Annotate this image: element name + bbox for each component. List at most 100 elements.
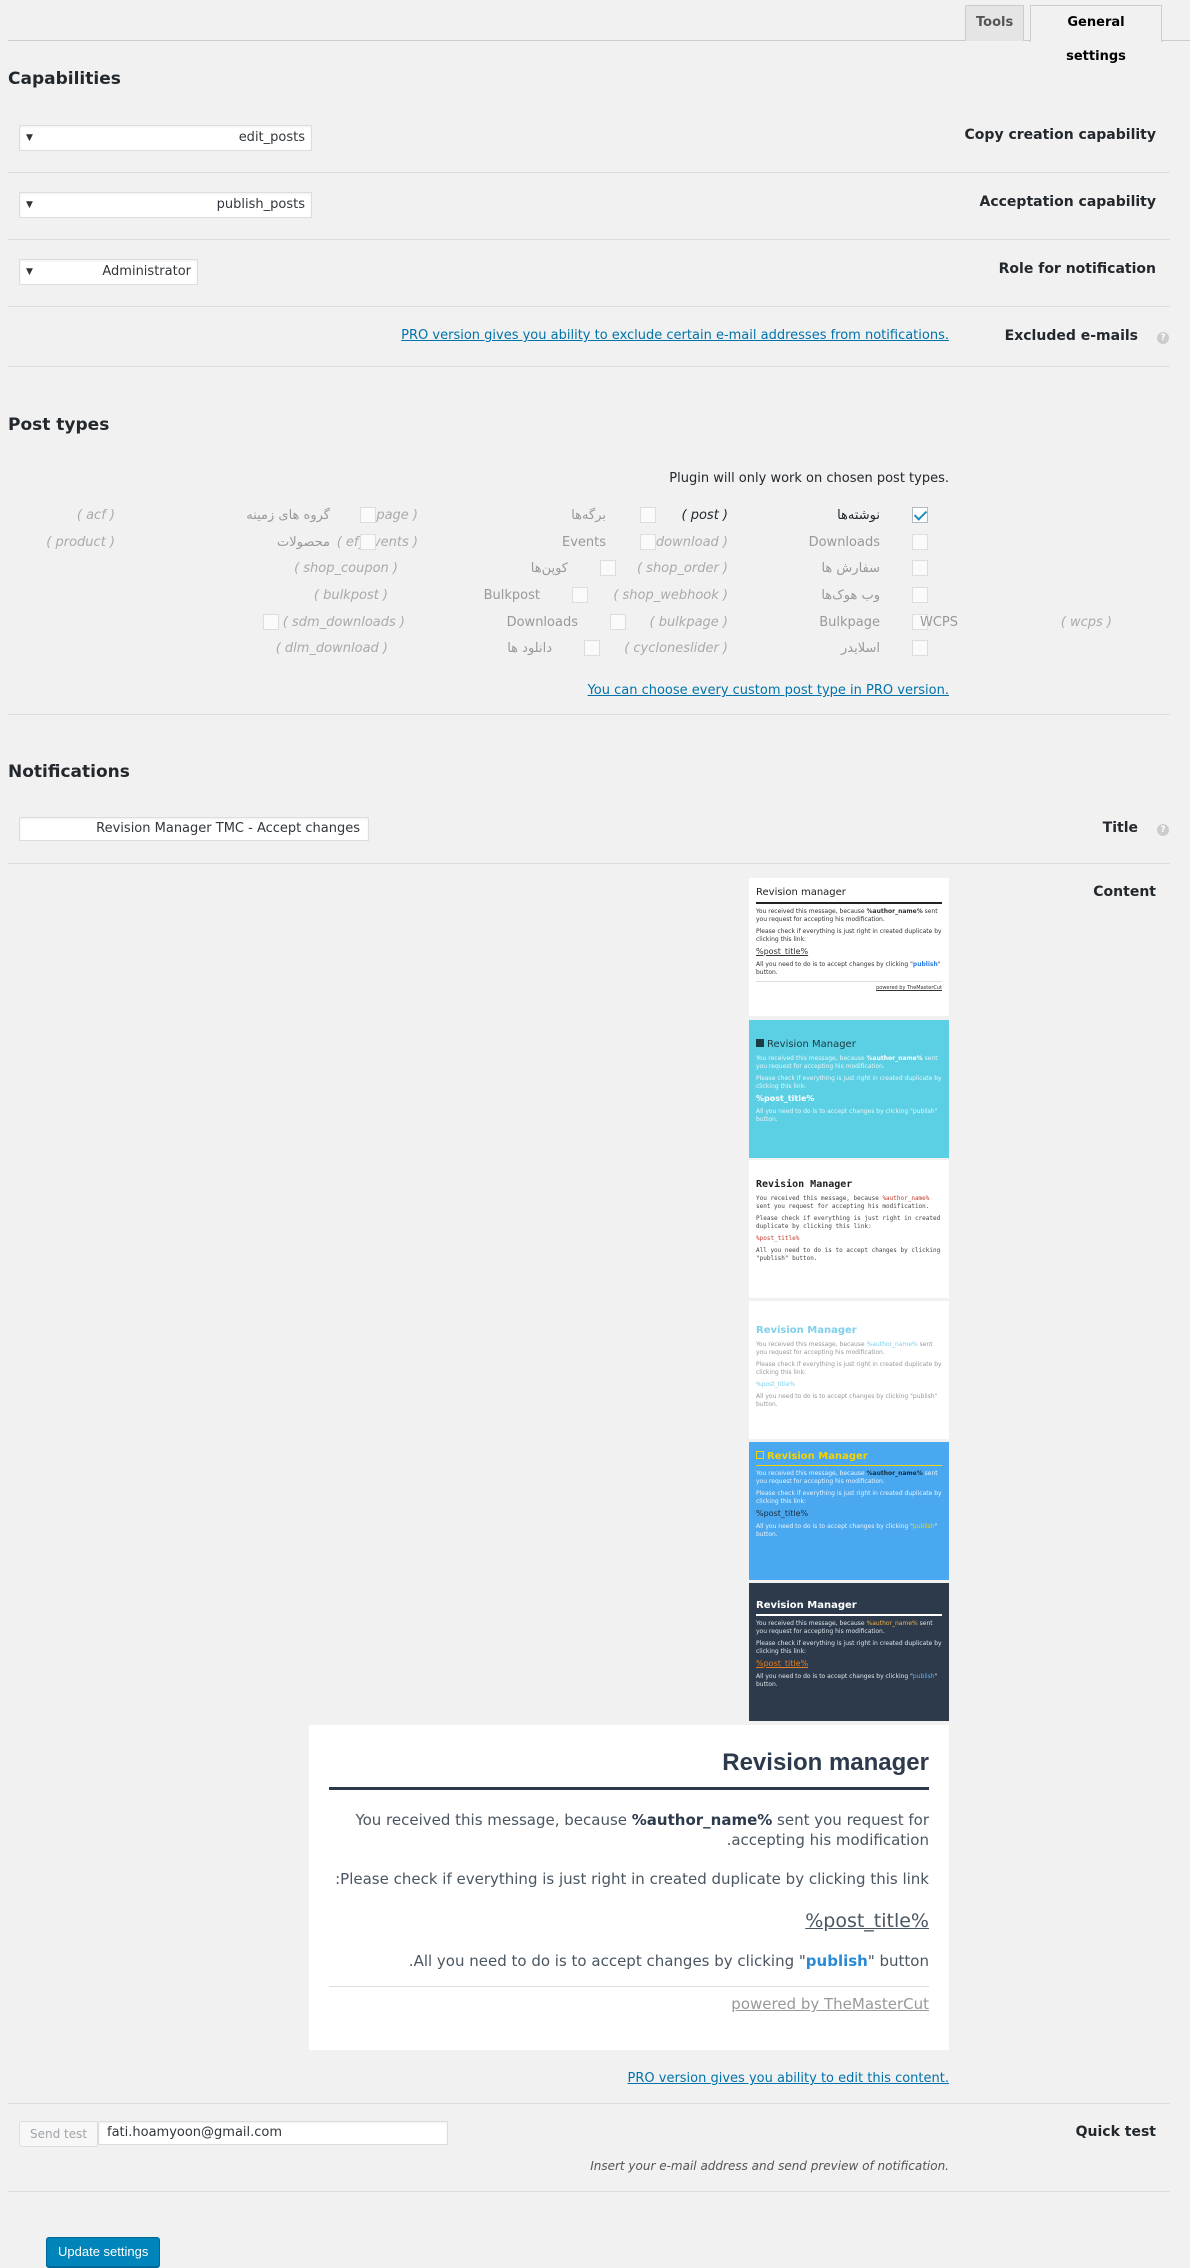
notification-title-input[interactable]: Revision Manager TMC - Accept changes	[19, 817, 369, 841]
template-line1: You received this message, because %auth…	[756, 1195, 930, 1210]
post-type-checkbox[interactable]	[912, 587, 928, 603]
post-type-checkbox[interactable]	[640, 534, 656, 550]
tab-tools[interactable]: Tools	[965, 5, 1024, 41]
post-type-checkbox[interactable]	[360, 507, 376, 523]
template-line1: You received this message, because %auth…	[756, 1341, 933, 1356]
post-type-checkbox[interactable]	[640, 507, 656, 523]
post-type-checkbox[interactable]	[610, 614, 626, 630]
divider	[8, 239, 1170, 240]
post-type-label[interactable]: اسلایدر	[841, 641, 880, 656]
role-notification-select[interactable]: ▼ Administrator	[19, 259, 198, 285]
post-type-label[interactable]: Bulkpage	[819, 615, 880, 630]
post-type-label[interactable]: گروه های زمینه	[246, 508, 330, 523]
preview-line1: You received this message, because %auth…	[355, 1811, 929, 1849]
post-type-label[interactable]: کوپن‌ها	[531, 561, 568, 576]
divider	[8, 863, 1170, 864]
post-type-checkbox[interactable]	[572, 587, 588, 603]
post-type-label[interactable]: دانلود ها	[507, 641, 552, 656]
post-type-slug: ( dlm_download )	[275, 641, 388, 656]
send-test-button[interactable]: Send test	[19, 2121, 99, 2147]
template-line1: You received this message, because %auth…	[756, 1055, 938, 1070]
template-line3: All you need to do is to accept changes …	[756, 1393, 938, 1408]
template-title: Revision Manager	[756, 1450, 942, 1466]
test-email-input[interactable]: fati.hoamyoon@gmail.com	[98, 2121, 448, 2145]
post-type-checkbox[interactable]	[360, 534, 376, 550]
post-type-slug: ( bulkpage )	[649, 615, 728, 630]
post-type-label[interactable]: محصولات	[277, 535, 330, 550]
template-option-dark[interactable]: Revision Manager You received this messa…	[749, 1583, 949, 1721]
copy-capability-value: edit_posts	[238, 130, 305, 145]
template-line2: Please check if everything is just right…	[756, 1361, 942, 1376]
notifications-heading: Notifications	[8, 762, 130, 782]
post-type-slug: ( sdm_downloads )	[282, 615, 405, 630]
post-type-checkbox[interactable]	[912, 640, 928, 656]
quick-test-hint: Insert your e-mail address and send prev…	[590, 2159, 949, 2173]
post-type-slug: ( bulkpost )	[313, 588, 388, 603]
preview-line2: Please check if everything is just right…	[335, 1870, 929, 1888]
update-settings-button[interactable]: Update settings	[46, 2237, 161, 2267]
preview-powered-link[interactable]: powered by TheMasterCut	[329, 1986, 929, 2013]
capabilities-heading: Capabilities	[8, 69, 121, 89]
tab-general-settings[interactable]: General settings	[1030, 5, 1162, 64]
post-type-label[interactable]: WCPS	[920, 615, 958, 630]
preview-title: Revision manager	[329, 1749, 929, 1790]
post-type-slug: ( cycloneslider )	[624, 641, 728, 656]
divider	[8, 2191, 1170, 2192]
notification-title-label: Title	[1102, 820, 1138, 836]
template-line2: Please check if everything is just right…	[756, 1640, 942, 1655]
template-line1: You received this message, because %auth…	[756, 1470, 938, 1485]
post-type-slug: ( acf )	[76, 508, 115, 523]
quick-test-label: Quick test	[1075, 2124, 1156, 2140]
notification-content-label: Content	[1093, 884, 1156, 900]
post-type-label[interactable]: Downloads	[809, 535, 880, 550]
copy-capability-select[interactable]: ▼ edit_posts	[19, 125, 312, 151]
preview-post-title-link[interactable]: %post_title%	[329, 1910, 929, 1932]
template-post-title: %post_title%	[756, 1659, 809, 1668]
post-type-checkbox[interactable]	[263, 614, 279, 630]
acceptation-capability-select[interactable]: ▼ publish_posts	[19, 192, 312, 218]
template-option-mono[interactable]: Revision Manager You received this messa…	[749, 1160, 949, 1298]
post-type-slug: ( download )	[646, 535, 728, 550]
excluded-emails-pro-link[interactable]: PRO version gives you ability to exclude…	[401, 328, 949, 343]
post-type-label[interactable]: نوشته‌ها	[837, 508, 880, 523]
edit-content-pro-link[interactable]: PRO version gives you ability to edit th…	[628, 2071, 949, 2086]
template-option-blue[interactable]: Revision Manager You received this messa…	[749, 1442, 949, 1580]
post-type-checkbox[interactable]	[912, 560, 928, 576]
post-type-checkbox[interactable]	[600, 560, 616, 576]
template-powered: powered by TheMasterCut	[756, 981, 942, 992]
custom-post-type-pro-link[interactable]: You can choose every custom post type in…	[588, 683, 949, 698]
checkbox-icon	[756, 1039, 764, 1047]
post-type-slug: ( product )	[46, 535, 115, 550]
role-notification-label: Role for notification	[998, 261, 1156, 277]
post-type-slug: ( wcps )	[1060, 615, 1112, 630]
help-icon[interactable]: ?	[1157, 824, 1169, 836]
post-type-checkbox[interactable]	[584, 640, 600, 656]
preview-line3: All you need to do is to accept changes …	[408, 1952, 929, 1970]
template-line3: All you need to do is to accept changes …	[756, 1523, 938, 1538]
post-types-heading: Post types	[8, 415, 110, 435]
template-option-default[interactable]: Revision manager You received this messa…	[749, 878, 949, 1016]
template-title: Revision manager	[756, 886, 942, 904]
post-type-label[interactable]: برگه‌ها	[571, 508, 606, 523]
acceptation-capability-label: Acceptation capability	[979, 194, 1157, 210]
dropdown-arrow-icon: ▼	[26, 267, 33, 277]
template-option-light[interactable]: Revision Manager You received this messa…	[749, 1301, 949, 1439]
divider	[8, 714, 1170, 715]
template-option-cyan[interactable]: Revision Manager You received this messa…	[749, 1020, 949, 1158]
divider	[8, 306, 1170, 307]
template-line1: You received this message, because %auth…	[756, 908, 938, 923]
post-type-label[interactable]: وب هوک‌ها	[821, 588, 880, 603]
post-type-label[interactable]: Events	[562, 535, 606, 550]
post-type-label[interactable]: سفارش ها	[821, 561, 880, 576]
notification-preview: Revision manager You received this messa…	[309, 1725, 949, 2050]
post-type-label[interactable]: Bulkpost	[484, 588, 540, 603]
divider	[8, 366, 1170, 367]
post-type-slug: ( ef_events )	[336, 535, 418, 550]
post-type-label[interactable]: Downloads	[507, 615, 578, 630]
template-post-title: %post_title%	[756, 947, 809, 956]
post-type-checkbox[interactable]	[912, 534, 928, 550]
help-icon[interactable]: ?	[1157, 332, 1169, 344]
template-title: Revision Manager	[756, 1179, 853, 1190]
template-line1: You received this message, because %auth…	[756, 1620, 933, 1635]
post-type-checkbox[interactable]	[912, 507, 928, 523]
